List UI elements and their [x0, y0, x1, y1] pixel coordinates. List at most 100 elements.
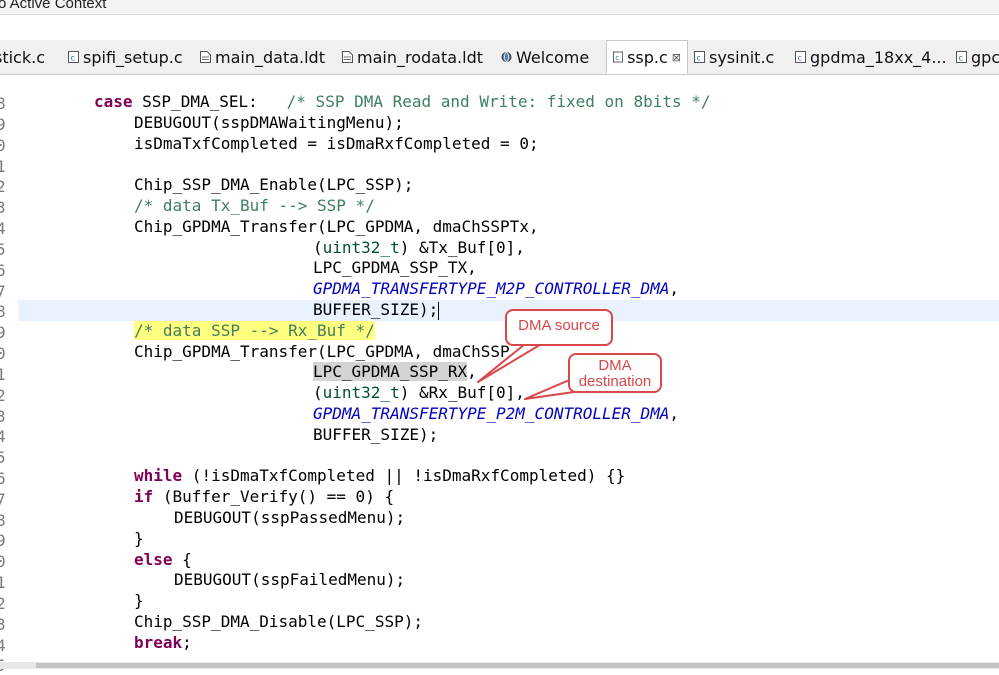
code-line: DEBUGOUT(sspFailedMenu); — [0, 570, 999, 591]
line-number: 1 — [0, 157, 6, 176]
code-text: isDmaTxfCompleted = isDmaRxfCompleted = … — [134, 133, 539, 153]
code-line: break; — [0, 633, 999, 654]
code-text: } — [134, 528, 144, 548]
code-text: BUFFER_SIZE); — [313, 424, 439, 444]
tab-main-data-ldt[interactable]: main_data.ldt — [200, 40, 325, 74]
tab-gpdma-18xx[interactable]: c gpdma_18xx_4... — [795, 40, 947, 74]
tab-stick-c[interactable]: stick.c — [0, 40, 45, 74]
code-line: } — [0, 529, 999, 550]
code-text: LPC_GPDMA_SSP_TX, — [313, 258, 477, 278]
close-tab-icon[interactable]: ⊠ — [672, 51, 681, 64]
comment: /* SSP DMA Read and Write: fixed on 8bit… — [286, 92, 711, 111]
svg-text:c: c — [959, 54, 963, 63]
code-text: } — [134, 591, 144, 611]
code-line: DEBUGOUT(sspDMAWaitingMenu); — [0, 113, 999, 134]
code-text: DEBUGOUT(sspFailedMenu); — [174, 570, 406, 590]
code-line: } — [0, 591, 999, 612]
code-line: BUFFER_SIZE); — [0, 425, 999, 446]
keyword: while — [134, 466, 183, 486]
c-file-icon: c — [694, 51, 705, 63]
code-text: (Buffer_Verify() == 0) { — [153, 487, 395, 507]
scrollbar-thumb[interactable] — [36, 663, 999, 668]
code-line: isDmaTxfCompleted = isDmaRxfCompleted = … — [0, 134, 999, 155]
code-text: ) &Rx_Buf[0], — [399, 383, 525, 403]
c-file-icon: c — [68, 51, 79, 63]
tab-label: main_rodata.ldt — [357, 47, 483, 67]
callout-label: DMA source — [518, 317, 600, 334]
dma-destination-callout: DMA destination — [568, 353, 662, 393]
highlighted-comment: /* data SSP --> Rx_Buf */ — [134, 320, 375, 340]
code-line: DEBUGOUT(sspPassedMenu); — [0, 508, 999, 529]
code-text: BUFFER_SIZE); — [313, 300, 439, 319]
text-file-icon — [342, 51, 353, 63]
tab-spifi-setup-c[interactable]: c spifi_setup.c — [68, 40, 183, 74]
svg-text:c: c — [798, 54, 802, 63]
code-text: DEBUGOUT(sspPassedMenu); — [174, 508, 406, 527]
tab-label: main_data.ldt — [215, 47, 325, 67]
editor-tab-bar: stick.c c spifi_setup.c main_data.ldt ma… — [0, 40, 999, 75]
code-text: Chip_SSP_DMA_Enable(LPC_SSP); — [134, 175, 414, 195]
svg-text:c: c — [697, 54, 701, 63]
code-line: else { — [0, 550, 999, 571]
code-text: Chip_SSP_DMA_Disable(LPC_SSP); — [134, 612, 423, 631]
tab-label: spifi_setup.c — [83, 47, 183, 67]
code-line: GPDMA_TRANSFERTYPE_P2M_CONTROLLER_DMA, — [313, 404, 680, 423]
tab-label: Welcome — [516, 47, 590, 67]
tab-label: gpdma_18xx_4... — [810, 47, 947, 67]
line-number: 8 — [0, 302, 6, 321]
code-line: Chip_SSP_DMA_Disable(LPC_SSP); — [0, 612, 999, 633]
code-line: Chip_SSP_DMA_Enable(LPC_SSP); — [0, 175, 999, 196]
c-file-icon: c — [795, 51, 806, 63]
keyword: break — [134, 632, 183, 652]
code-line: (uint32_t) &Tx_Buf[0], — [313, 237, 525, 257]
code-line: if (Buffer_Verify() == 0) { — [0, 487, 999, 508]
tab-ssp-c[interactable]: c ssp.c ⊠ — [606, 40, 688, 74]
code-text: SSP_DMA_SEL: — [132, 92, 287, 111]
macro: GPDMA_TRANSFERTYPE_P2M_CONTROLLER_DMA — [313, 404, 670, 423]
code-text: (!isDmaTxfCompleted || !isDmaRxfComplete… — [182, 466, 626, 486]
callout-label: DMA — [598, 357, 632, 374]
macro: GPDMA_TRANSFERTYPE_M2P_CONTROLLER_DMA — [313, 279, 670, 299]
keyword: if — [134, 487, 154, 507]
c-file-icon: c — [613, 51, 624, 63]
svg-text:c: c — [71, 54, 75, 63]
tab-gpc[interactable]: c gpc — [956, 40, 999, 74]
tab-label: sysinit.c — [709, 47, 775, 67]
code-text: { — [172, 549, 192, 569]
tab-label: gpc — [971, 47, 999, 67]
c-file-icon: c — [956, 51, 967, 63]
code-line: LPC_GPDMA_SSP_TX, — [0, 258, 999, 279]
type-name: uint32_t — [322, 237, 400, 257]
keyword: case — [94, 92, 133, 111]
svg-text:c: c — [615, 53, 619, 62]
highlighted-identifier: LPC_GPDMA_SSP_RX — [313, 362, 468, 382]
code-text: Chip_GPDMA_Transfer(LPC_GPDMA, dmaChSSP — [134, 341, 510, 361]
code-text: ; — [182, 632, 192, 652]
tab-main-rodata-ldt[interactable]: main_rodata.ldt — [342, 40, 483, 74]
code-line: Chip_GPDMA_Transfer(LPC_GPDMA, dmaChSSP — [0, 342, 999, 363]
code-text: DEBUGOUT(sspDMAWaitingMenu); — [134, 112, 404, 132]
code-line: GPDMA_TRANSFERTYPE_M2P_CONTROLLER_DMA, — [313, 279, 680, 299]
code-line: /* data SSP --> Rx_Buf */ — [0, 320, 999, 342]
code-text: ) &Tx_Buf[0], — [399, 237, 525, 257]
tab-sysinit-c[interactable]: c sysinit.c — [694, 40, 774, 74]
tab-label: stick.c — [0, 47, 45, 67]
keyword: else — [134, 549, 173, 569]
tab-welcome[interactable]: Welcome — [501, 40, 589, 74]
type-name: uint32_t — [322, 383, 400, 403]
code-line: while (!isDmaTxfCompleted || !isDmaRxfCo… — [0, 466, 999, 487]
comment: /* data Tx_Buf --> SSP */ — [134, 196, 375, 215]
code-text: Chip_GPDMA_Transfer(LPC_GPDMA, dmaChSSPT… — [134, 216, 539, 236]
callout-label: destination — [578, 373, 652, 390]
horizontal-scrollbar[interactable] — [0, 662, 999, 669]
code-line: Chip_GPDMA_Transfer(LPC_GPDMA, dmaChSSPT… — [0, 217, 999, 238]
text-file-icon — [200, 51, 211, 63]
code-line: (uint32_t) &Rx_Buf[0], — [313, 383, 525, 403]
text-cursor — [438, 301, 440, 320]
code-line: /* data Tx_Buf --> SSP */ — [0, 196, 999, 217]
code-line: LPC_GPDMA_SSP_RX, — [313, 362, 477, 382]
window-title-bar: o Active Context — [0, 0, 999, 15]
tab-label: ssp.c — [627, 47, 668, 67]
dma-source-callout: DMA source — [505, 309, 613, 346]
code-line: case SSP_DMA_SEL: /* SSP DMA Read and Wr… — [0, 92, 999, 113]
